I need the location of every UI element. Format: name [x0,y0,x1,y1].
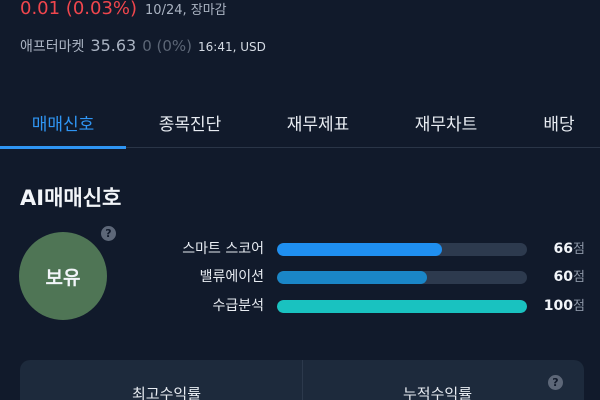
price-change: 0.01 (0.03%) [20,0,138,19]
signal-badge: 보유 [19,232,107,320]
tab-bar: 매매신호 종목진단 재무제표 재무차트 배당 [0,106,600,149]
metric-value: 66점 [553,241,585,257]
returns-card: 최고수익률 누적수익률 ? [20,360,584,400]
metric-fill [277,300,527,313]
cumulative-return-label[interactable]: 누적수익률 [403,383,472,400]
tab-dividend[interactable]: 배당 [524,106,594,148]
help-icon[interactable]: ? [548,375,563,390]
metric-value: 60점 [553,269,585,285]
after-market-row: 애프터마켓 35.63 0 (0%) 16:41, USD [20,36,266,56]
metric-valuation: 밸류에이션 60점 [140,266,585,286]
metric-track [277,271,527,284]
card-divider [302,360,303,400]
metric-track [277,243,527,256]
after-market-price: 35.63 [90,36,137,55]
help-icon[interactable]: ? [101,226,116,241]
price-header: 0.01 (0.03%) 10/24, 장마감 [20,0,227,22]
tab-trade-signal[interactable]: 매매신호 [0,106,126,149]
after-market-label: 애프터마켓 [20,39,85,55]
market-time: 10/24, 장마감 [145,3,227,18]
tab-financial-statements[interactable]: 재무제표 [268,106,368,148]
metric-track [277,300,527,313]
metric-value: 100점 [543,298,585,314]
metric-fill [277,243,442,256]
after-market-change: 0 (0%) [142,37,193,55]
metric-supply-demand: 수급분석 100점 [140,295,585,315]
metric-label: 밸류에이션 [199,269,264,285]
metric-smart-score: 스마트 스코어 66점 [140,238,585,258]
max-return-label[interactable]: 최고수익률 [132,383,201,400]
metric-fill [277,271,427,284]
signal-label: 보유 [45,266,81,289]
after-market-time: 16:41, USD [198,40,266,54]
tab-stock-diagnosis[interactable]: 종목진단 [140,106,240,148]
section-title: AI매매신호 [20,186,122,210]
tab-financial-chart[interactable]: 재무차트 [396,106,496,148]
metric-label: 스마트 스코어 [182,241,264,257]
metric-label: 수급분석 [212,298,264,314]
